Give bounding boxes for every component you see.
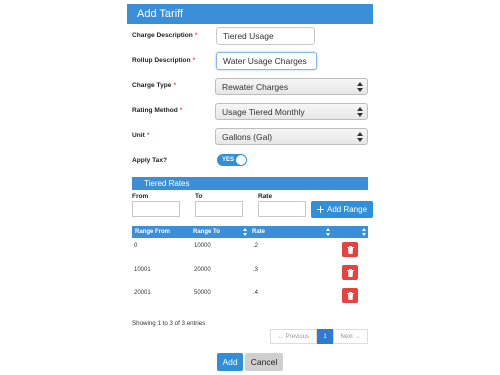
apply-tax-toggle[interactable]: YES bbox=[217, 154, 247, 166]
unit-label: Unit * bbox=[132, 132, 149, 139]
pagination-previous[interactable]: ← Previous bbox=[270, 329, 317, 344]
cell-range-to: 50000 bbox=[194, 290, 211, 296]
cell-rate: .2 bbox=[253, 243, 259, 249]
delete-button[interactable] bbox=[342, 242, 358, 257]
charge-type-label-text: Charge Type bbox=[132, 82, 172, 89]
trash-icon bbox=[346, 245, 354, 254]
pagination-next[interactable]: Next → bbox=[333, 329, 368, 344]
unit-value: Gallons (Gal) bbox=[222, 131, 273, 142]
col-header-actions bbox=[332, 226, 368, 238]
sort-icon bbox=[243, 228, 247, 236]
col-header-range-to-text: Range To bbox=[193, 229, 220, 235]
charge-type-select[interactable]: Rewater Charges bbox=[215, 78, 368, 95]
trash-icon bbox=[346, 291, 354, 300]
required-mark: * bbox=[179, 107, 183, 114]
sort-icon bbox=[362, 228, 366, 236]
from-label: From bbox=[132, 193, 149, 200]
add-tariff-header: Add Tariff bbox=[127, 4, 373, 24]
delete-button[interactable] bbox=[342, 288, 358, 303]
toggle-yes-text: YES bbox=[222, 157, 235, 163]
cell-range-from: 10001 bbox=[134, 267, 151, 273]
col-header-rate[interactable]: Rate bbox=[249, 226, 332, 238]
add-range-label: Add Range bbox=[326, 205, 368, 214]
required-mark: * bbox=[173, 82, 177, 89]
table-row: 10001 20000 .3 bbox=[132, 262, 368, 284]
tiered-rates-header: Tiered Rates bbox=[132, 177, 368, 190]
rate-label: Rate bbox=[258, 193, 273, 200]
cell-rate: .3 bbox=[253, 267, 259, 273]
tier-table-body: 0 10000 .2 10001 20000 .3 20001 50000 .4 bbox=[132, 238, 368, 318]
table-info: Showing 1 to 3 of 3 entries bbox=[132, 320, 206, 327]
cell-range-from: 20001 bbox=[134, 290, 151, 296]
cell-range-to: 20000 bbox=[194, 267, 211, 273]
required-mark: * bbox=[192, 57, 196, 64]
select-arrows-icon bbox=[357, 131, 363, 142]
required-mark: * bbox=[146, 132, 150, 139]
unit-label-text: Unit bbox=[132, 132, 145, 139]
delete-button[interactable] bbox=[342, 265, 358, 280]
to-input[interactable] bbox=[195, 201, 243, 217]
col-header-range-from[interactable]: Range From bbox=[132, 226, 190, 238]
col-header-range-to[interactable]: Range To bbox=[190, 226, 249, 238]
toggle-knob bbox=[236, 155, 246, 165]
charge-description-label: Charge Description * bbox=[132, 32, 197, 39]
table-row: 0 10000 .2 bbox=[132, 238, 368, 260]
to-label: To bbox=[195, 193, 203, 200]
cancel-button[interactable]: Cancel bbox=[245, 353, 283, 371]
rating-method-label: Rating Method * bbox=[132, 107, 182, 114]
unit-select[interactable]: Gallons (Gal) bbox=[215, 128, 368, 145]
add-range-button[interactable]: Add Range bbox=[311, 201, 373, 218]
from-input[interactable] bbox=[132, 201, 180, 217]
rating-method-select[interactable]: Usage Tiered Monthly bbox=[215, 103, 368, 120]
table-row: 20001 50000 .4 bbox=[132, 286, 368, 308]
rate-input[interactable] bbox=[258, 201, 306, 217]
rollup-description-input[interactable]: Water Usage Charges bbox=[216, 52, 317, 70]
cell-range-to: 10000 bbox=[194, 243, 211, 249]
required-mark: * bbox=[194, 32, 198, 39]
select-arrows-icon bbox=[357, 81, 363, 92]
charge-description-input[interactable]: Tiered Usage bbox=[216, 27, 315, 45]
apply-tax-label: Apply Tax? bbox=[132, 157, 168, 164]
charge-type-value: Rewater Charges bbox=[222, 81, 289, 92]
cell-rate: .4 bbox=[253, 290, 259, 296]
cell-range-from: 0 bbox=[134, 243, 138, 249]
rollup-description-label: Rollup Description * bbox=[132, 57, 195, 64]
select-arrows-icon bbox=[357, 106, 363, 117]
rating-method-label-text: Rating Method bbox=[132, 107, 178, 114]
charge-description-label-text: Charge Description bbox=[132, 32, 193, 39]
sort-icon bbox=[326, 228, 330, 236]
pagination-page-1[interactable]: 1 bbox=[317, 329, 333, 344]
add-button[interactable]: Add bbox=[217, 353, 243, 371]
rating-method-value: Usage Tiered Monthly bbox=[222, 106, 305, 117]
rollup-description-label-text: Rollup Description bbox=[132, 57, 191, 64]
plus-icon bbox=[316, 206, 324, 213]
col-header-range-from-text: Range From bbox=[135, 229, 171, 235]
charge-type-label: Charge Type * bbox=[132, 82, 176, 89]
trash-icon bbox=[346, 268, 354, 277]
col-header-rate-text: Rate bbox=[252, 229, 266, 235]
